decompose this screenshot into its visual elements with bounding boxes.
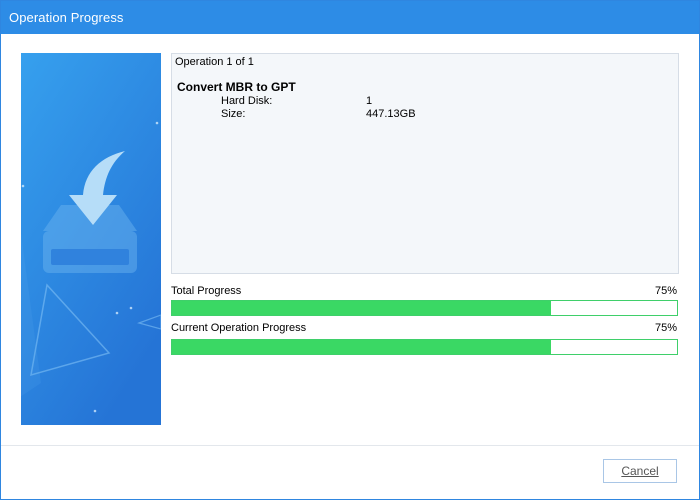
total-progress-percent: 75%	[654, 285, 677, 297]
operation-counter: Operation 1 of 1	[175, 56, 254, 68]
disk-download-icon	[21, 53, 161, 425]
current-progress-label: Current Operation Progress	[171, 322, 307, 334]
window-title: Operation Progress	[9, 10, 124, 25]
cancel-button-label: Cancel	[621, 464, 659, 478]
total-progress-label: Total Progress	[171, 285, 242, 297]
size-label: Size:	[221, 108, 246, 120]
operation-progress-dialog: Operation Progress Operation 1 of 1 Conv…	[0, 0, 700, 500]
hard-disk-value: 1	[366, 95, 373, 107]
hard-disk-label: Hard Disk:	[221, 95, 273, 107]
current-progress-fill	[172, 340, 551, 354]
current-progress-bar	[171, 339, 678, 355]
operation-details-panel: Operation 1 of 1 Convert MBR to GPT Hard…	[171, 53, 679, 274]
size-value: 447.13GB	[366, 108, 416, 120]
cancel-button[interactable]: Cancel	[603, 459, 677, 483]
operation-name: Convert MBR to GPT	[177, 80, 296, 94]
total-progress-fill	[172, 301, 551, 315]
title-bar: Operation Progress	[1, 1, 699, 34]
side-illustration-panel	[21, 53, 161, 425]
total-progress-bar	[171, 300, 678, 316]
current-progress-percent: 75%	[654, 322, 677, 334]
footer-divider	[1, 445, 699, 446]
